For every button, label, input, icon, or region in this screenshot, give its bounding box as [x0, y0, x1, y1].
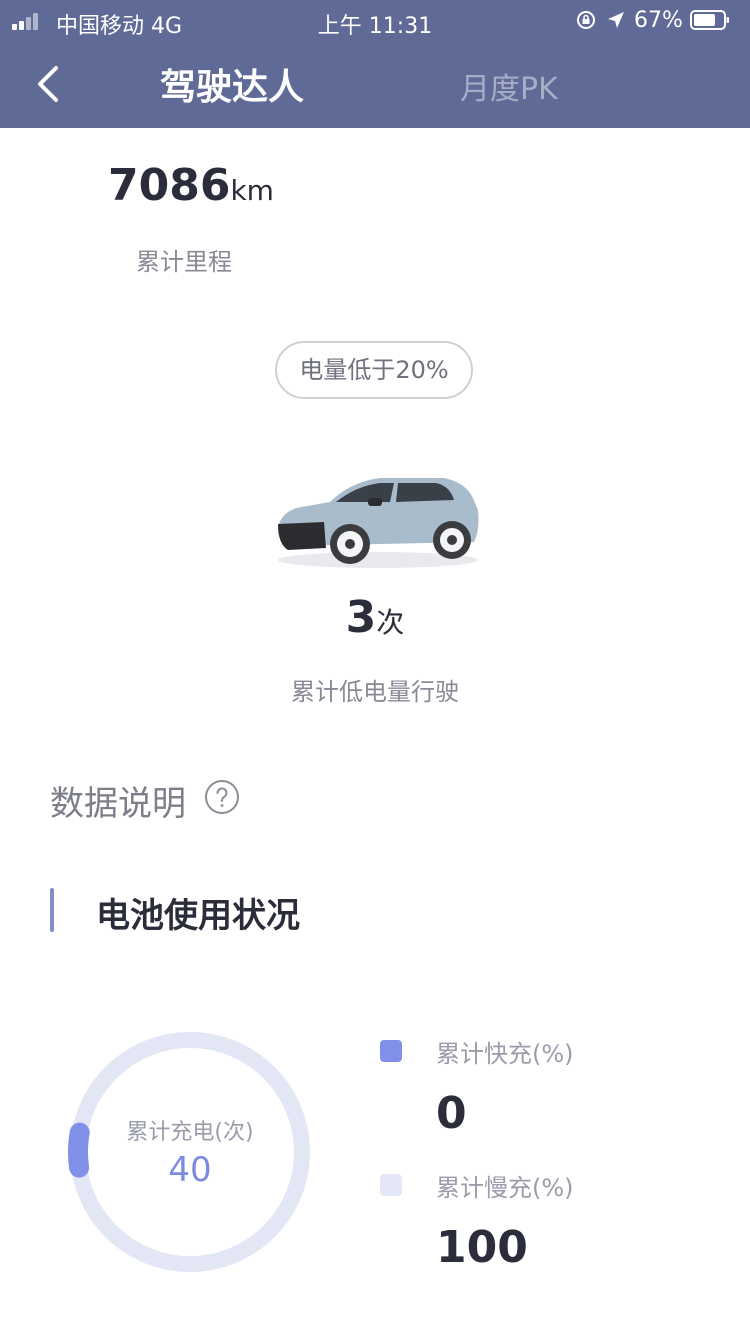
low-battery-badge: 电量低于20% — [275, 341, 473, 399]
slow-charge-legend-dot — [380, 1174, 402, 1196]
low-battery-count-label: 累计低电量行驶 — [291, 678, 459, 706]
tab-driving-expert[interactable]: 驾驶达人 — [160, 58, 304, 110]
section-accent-bar — [50, 888, 54, 932]
status-bar: 中国移动 4G 上午 11:31 67% — [0, 0, 750, 42]
data-explanation-link[interactable]: 数据说明 — [50, 776, 186, 825]
total-mileage: 7086km — [108, 160, 274, 211]
battery-section-title: 电池使用状况 — [96, 896, 300, 936]
donut-value: 40 — [168, 1150, 212, 1190]
mileage-unit: km — [230, 174, 274, 207]
location-icon — [608, 12, 624, 28]
fast-charge-value: 0 — [436, 1088, 467, 1139]
fast-charge-label: 累计快充(%) — [436, 1040, 574, 1068]
low-battery-count: 3次 — [0, 592, 750, 643]
fast-charge-legend-dot — [380, 1040, 402, 1062]
rotation-lock-icon — [577, 11, 595, 29]
question-circle-icon[interactable] — [204, 779, 240, 815]
low-battery-count-unit: 次 — [376, 606, 405, 639]
app-header: 中国移动 4G 上午 11:31 67% 驾驶达人 月度PK — [0, 0, 750, 128]
mileage-value: 7086 — [108, 160, 231, 211]
tab-monthly-pk[interactable]: 月度PK — [460, 64, 558, 108]
donut-label: 累计充电(次) — [126, 1120, 254, 1145]
back-icon[interactable] — [30, 62, 70, 106]
battery-icon — [690, 10, 729, 30]
slow-charge-label: 累计慢充(%) — [436, 1174, 574, 1202]
slow-charge-value: 100 — [436, 1222, 528, 1273]
car-image — [278, 478, 479, 568]
mileage-label: 累计里程 — [136, 248, 232, 276]
low-battery-count-value: 3 — [345, 592, 377, 643]
battery-percent: 67% — [634, 8, 683, 33]
